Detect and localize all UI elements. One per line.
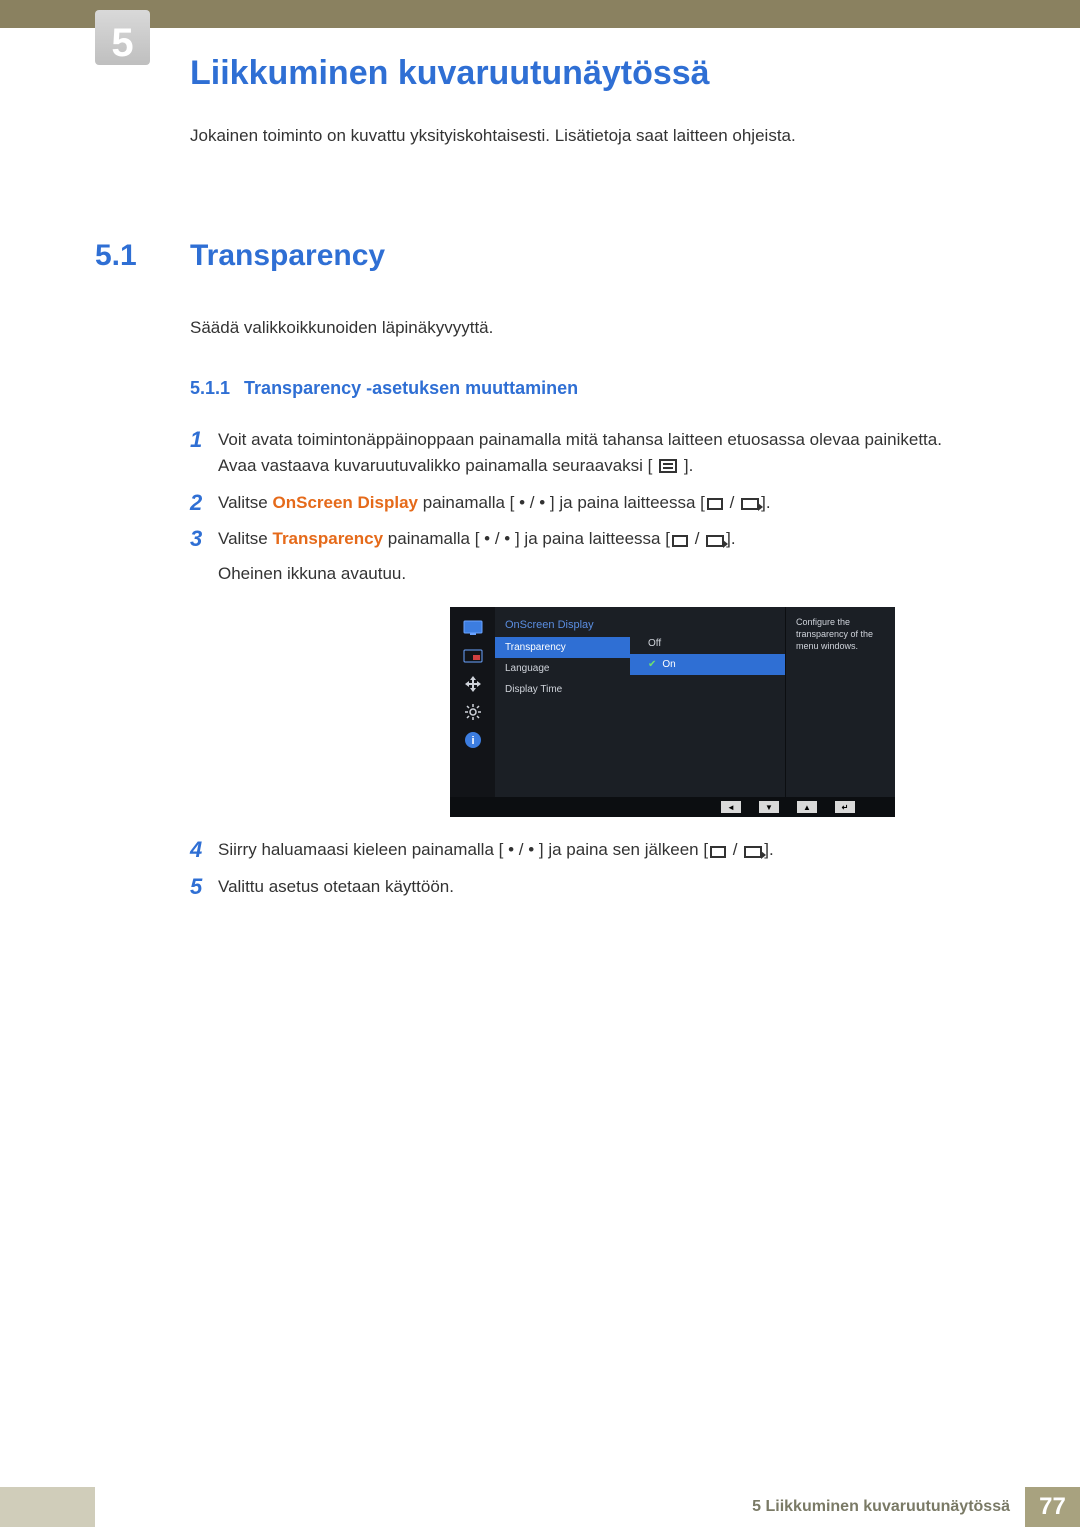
source-icon bbox=[744, 838, 762, 864]
step-4: 4 Siirry haluamaasi kieleen painamalla [… bbox=[190, 837, 985, 864]
step-1: 1 Voit avata toimintonäppäinoppaan paina… bbox=[190, 427, 985, 480]
step-number: 3 bbox=[190, 526, 218, 552]
step-3-mid: painamalla [ • / • ] ja paina laitteessa… bbox=[383, 529, 670, 548]
chapter-intro: Jokainen toiminto on kuvattu yksityiskoh… bbox=[190, 123, 985, 149]
osd-screenshot: i OnScreen Display Transparency Language… bbox=[450, 607, 895, 817]
step-text: Valittu asetus otetaan käyttöön. bbox=[218, 874, 985, 900]
subsection-title: Transparency -asetuksen muuttaminen bbox=[244, 378, 578, 399]
steps-list: 1 Voit avata toimintonäppäinoppaan paina… bbox=[190, 427, 985, 901]
info-icon: i bbox=[462, 731, 484, 749]
osd-menu-column: OnScreen Display Transparency Language D… bbox=[495, 607, 630, 797]
section-description: Säädä valikkoikkunoiden läpinäkyvyyttä. bbox=[190, 318, 985, 338]
source-icon bbox=[706, 527, 724, 553]
page-footer: 5 Liikkuminen kuvaruutunäytössä 77 bbox=[0, 1487, 1080, 1527]
step-2-mid: painamalla [ • / • ] ja paina laitteessa… bbox=[418, 493, 705, 512]
footer-label: 5 Liikkuminen kuvaruutunäytössä bbox=[95, 1487, 1025, 1527]
step-text: Siirry haluamaasi kieleen painamalla [ •… bbox=[218, 837, 985, 864]
osd-sidebar: i bbox=[450, 607, 495, 797]
svg-text:i: i bbox=[471, 735, 474, 747]
section-number: 5.1 bbox=[95, 239, 190, 273]
rect-icon bbox=[707, 490, 723, 516]
step-3: 3 Valitse Transparency painamalla [ • / … bbox=[190, 526, 985, 587]
osd-title: OnScreen Display bbox=[495, 615, 630, 637]
osd-value-off: Off bbox=[630, 633, 785, 654]
rect-icon bbox=[672, 527, 688, 553]
step-1-line2-pre: Avaa vastaava kuvaruutuvalikko painamall… bbox=[218, 456, 652, 475]
subsection-number: 5.1.1 bbox=[190, 378, 230, 399]
step-3-pre: Valitse bbox=[218, 529, 273, 548]
gear-icon bbox=[462, 703, 484, 721]
osd-value-on: On bbox=[630, 654, 785, 675]
osd-nav-bar: ◄ ▼ ▲ ↵ bbox=[450, 797, 895, 817]
section-heading: 5.1 Transparency bbox=[95, 239, 985, 273]
osd-item-displaytime: Display Time bbox=[495, 679, 630, 700]
chapter-number: 5 bbox=[111, 23, 133, 65]
step-number: 2 bbox=[190, 490, 218, 516]
step-2-pre: Valitse bbox=[218, 493, 273, 512]
footer-accent bbox=[0, 1487, 95, 1527]
page-number: 77 bbox=[1025, 1487, 1080, 1527]
step-3-highlight: Transparency bbox=[273, 529, 384, 548]
step-1-line2-post: ]. bbox=[684, 456, 693, 475]
osd-panel: i OnScreen Display Transparency Language… bbox=[450, 607, 895, 797]
nav-left-icon: ◄ bbox=[721, 801, 741, 813]
subsection-heading: 5.1.1 Transparency -asetuksen muuttamine… bbox=[190, 378, 985, 399]
step-1-line1: Voit avata toimintonäppäinoppaan painama… bbox=[218, 430, 942, 449]
nav-up-icon: ▲ bbox=[797, 801, 817, 813]
rect-icon bbox=[710, 838, 726, 864]
step-3-after: Oheinen ikkuna avautuu. bbox=[218, 564, 406, 583]
step-text: Valitse OnScreen Display painamalla [ • … bbox=[218, 490, 985, 517]
arrows-icon bbox=[462, 675, 484, 693]
chapter-badge: 5 bbox=[95, 10, 150, 65]
nav-enter-icon: ↵ bbox=[835, 801, 855, 813]
header-bar bbox=[0, 0, 1080, 28]
step-number: 1 bbox=[190, 427, 218, 453]
step-4-pre: Siirry haluamaasi kieleen painamalla [ •… bbox=[218, 840, 708, 859]
nav-down-icon: ▼ bbox=[759, 801, 779, 813]
step-2: 2 Valitse OnScreen Display painamalla [ … bbox=[190, 490, 985, 517]
step-text: Voit avata toimintonäppäinoppaan painama… bbox=[218, 427, 985, 480]
osd-item-language: Language bbox=[495, 658, 630, 679]
osd-value-column: Off On bbox=[630, 607, 785, 797]
monitor-icon bbox=[462, 619, 484, 637]
chapter-title: Liikkuminen kuvaruutunäytössä bbox=[190, 54, 985, 93]
source-icon bbox=[741, 490, 759, 516]
step-5: 5 Valittu asetus otetaan käyttöön. bbox=[190, 874, 985, 900]
section-title: Transparency bbox=[190, 239, 385, 273]
osd-item-transparency: Transparency bbox=[495, 637, 630, 658]
osd-icon bbox=[462, 647, 484, 665]
step-number: 5 bbox=[190, 874, 218, 900]
step-text: Valitse Transparency painamalla [ • / • … bbox=[218, 526, 985, 587]
step-2-highlight: OnScreen Display bbox=[273, 493, 419, 512]
page-body: Liikkuminen kuvaruutunäytössä Jokainen t… bbox=[0, 28, 1080, 900]
step-number: 4 bbox=[190, 837, 218, 863]
osd-help-text: Configure the transparency of the menu w… bbox=[785, 607, 895, 797]
menu-icon bbox=[659, 453, 677, 479]
